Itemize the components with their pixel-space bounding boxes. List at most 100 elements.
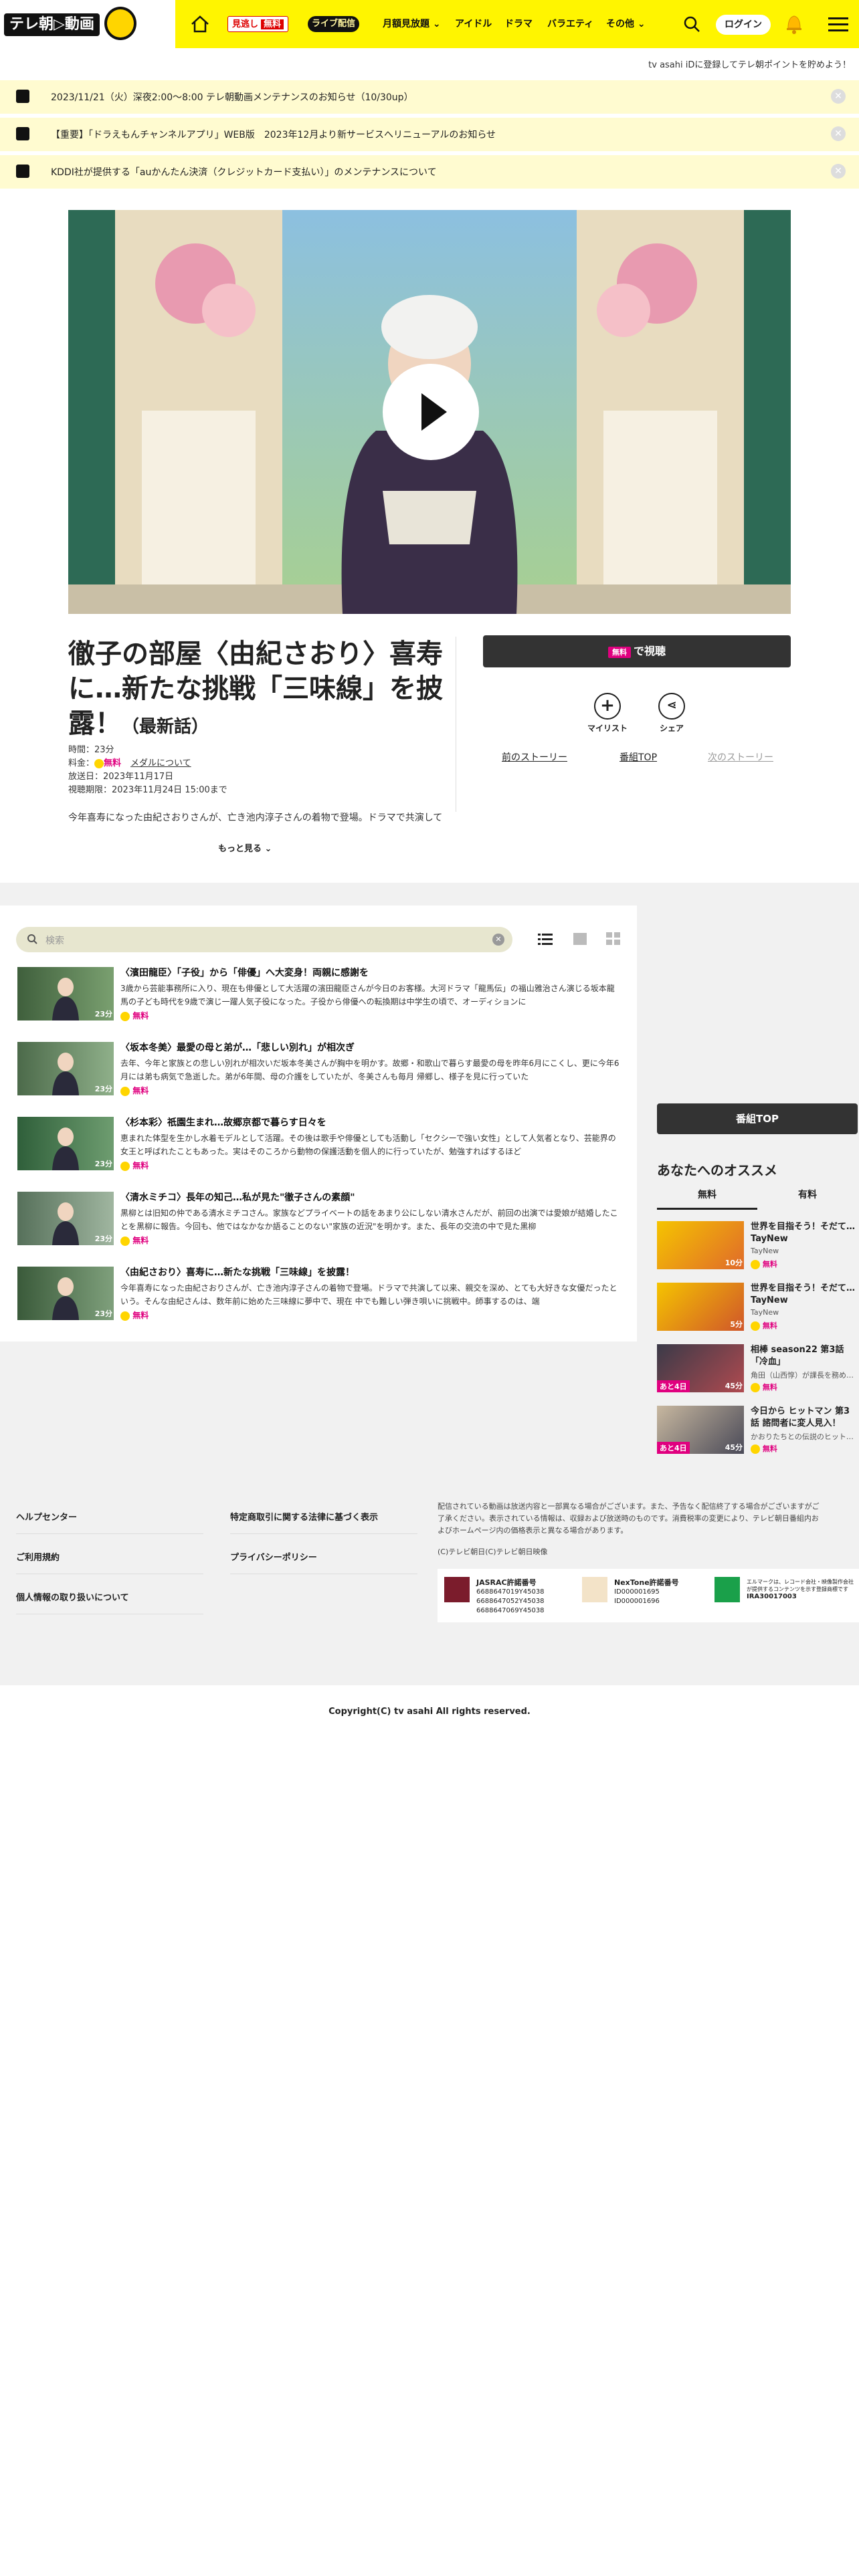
clear-icon[interactable]: ✕	[492, 934, 504, 946]
mylist-button[interactable]: + マイリスト	[587, 693, 628, 734]
episode-thumbnail[interactable]: 23分	[17, 1042, 114, 1095]
close-icon[interactable]: ✕	[831, 126, 846, 141]
program-top-link[interactable]: 番組TOP	[619, 750, 657, 764]
share-label: シェア	[659, 724, 684, 733]
mylist-label: マイリスト	[587, 724, 628, 733]
free-label: 無料	[120, 1085, 149, 1096]
watch-free-button[interactable]: 無料 で視聴	[483, 635, 791, 667]
close-icon[interactable]: ✕	[831, 89, 846, 104]
episode-row[interactable]: 23分 〈濱田龍臣〉「子役」から「俳優」へ大変身！両親に感謝を 3歳から芸能事務所に…	[17, 967, 619, 1034]
grid-view-icon[interactable]	[606, 932, 621, 946]
list-view-icon[interactable]	[538, 932, 553, 946]
free-coin-icon	[751, 1383, 760, 1392]
jasrac-num: 6688647069Y45038	[476, 1607, 545, 1614]
recommend-item[interactable]: 5分 世界を目指そう！そだて…TayNew TayNew 無料	[657, 1283, 858, 1335]
prev-story-link[interactable]: 前のストーリー	[502, 750, 567, 764]
sidebar-program-top-button[interactable]: 番組TOP	[657, 1103, 858, 1134]
episode-row-title[interactable]: 〈由紀さおり〉喜寿に…新たな挑戦「三味線」を披露！	[120, 1265, 355, 1279]
recommend-item[interactable]: あと4日 45分 今日から ヒットマン 第3話 諮問者に変人見入！ かおりたちとの伝説…	[657, 1406, 858, 1458]
episode-row[interactable]: 23分 〈杉本彩〉祇園生まれ…故郷京都で暮らす日々を 恵まれた体型を生かし水着モデル…	[17, 1117, 619, 1184]
search-icon[interactable]	[682, 15, 701, 33]
free-label-text: 無料	[132, 1011, 149, 1021]
days-left-badge: あと4日	[657, 1380, 690, 1392]
recommend-title[interactable]: 今日から ヒットマン 第3話 諮問者に変人見入！	[751, 1406, 858, 1430]
nav-live[interactable]: ライブ配信	[308, 16, 360, 32]
footer-link-terms[interactable]: ご利用規約	[16, 1550, 203, 1574]
video-player[interactable]	[68, 210, 791, 614]
free-label: 無料	[751, 1320, 777, 1331]
home-icon[interactable]	[190, 15, 210, 33]
recommend-thumbnail[interactable]: 10分	[657, 1221, 744, 1269]
search-input[interactable]: 検索 ✕	[16, 927, 512, 952]
recommend-title[interactable]: 世界を目指そう！そだて…TayNew	[751, 1221, 858, 1245]
share-button[interactable]: ⋖ シェア	[652, 693, 692, 734]
recommend-item[interactable]: あと4日 45分 相棒 season22 第3話「冷血」 角田（山西惇）が課長を務め……	[657, 1344, 858, 1396]
episode-row[interactable]: 23分 〈由紀さおり〉喜寿に…新たな挑戦「三味線」を披露！ 今年喜寿になった由紀さお…	[17, 1267, 619, 1333]
price-label: 料金：	[68, 758, 95, 768]
free-label: 無料	[120, 1309, 149, 1321]
medal-info-link[interactable]: メダルについて	[130, 758, 191, 768]
free-label-text: 無料	[132, 1086, 149, 1095]
notice-bar[interactable]: 【重要】「ドラえもんチャンネルアプリ」WEB版 2023年12月より新サービスへ…	[0, 118, 859, 151]
nav-variety[interactable]: バラエティ	[547, 17, 593, 31]
chevron-down-icon: ⌄	[637, 19, 646, 29]
episode-thumbnail[interactable]: 23分	[17, 1267, 114, 1320]
free-label: 無料	[751, 1443, 777, 1454]
nav-idol[interactable]: アイドル	[455, 17, 492, 31]
notice-text: 2023/11/21（火）深夜2:00〜8:00 テレ朝動画メンテナンスのお知ら…	[51, 92, 413, 103]
notice-bar[interactable]: 2023/11/21（火）深夜2:00〜8:00 テレ朝動画メンテナンスのお知ら…	[0, 80, 859, 114]
episode-row-title[interactable]: 〈杉本彩〉祇園生まれ…故郷京都で暮らす日々を	[120, 1115, 326, 1129]
free-label-text: 無料	[762, 1321, 777, 1330]
footer-link-help[interactable]: ヘルプセンター	[16, 1510, 203, 1534]
episode-row-title[interactable]: 〈濱田龍臣〉「子役」から「俳優」へ大変身！両親に感謝を	[120, 966, 369, 979]
episode-thumbnail[interactable]: 23分	[17, 967, 114, 1021]
notice-icon	[16, 165, 29, 178]
free-label-text: 無料	[132, 1311, 149, 1320]
free-label: 無料	[120, 1010, 149, 1021]
nav-mitoshi-free[interactable]: 見逃し 無料	[227, 16, 289, 32]
mascot-logo-icon	[104, 7, 136, 40]
recommend-title[interactable]: 相棒 season22 第3話「冷血」	[751, 1344, 858, 1368]
show-more-button[interactable]: もっと見る ⌄	[218, 841, 272, 854]
login-button[interactable]: ログイン	[716, 15, 771, 35]
days-left-badge: あと4日	[657, 1442, 690, 1454]
tab-paid[interactable]: 有料	[757, 1188, 858, 1208]
recommend-thumbnail[interactable]: あと4日 45分	[657, 1406, 744, 1454]
footer-link-privacy-policy[interactable]: プライバシーポリシー	[230, 1550, 417, 1574]
recommend-duration: 45分	[725, 1382, 743, 1390]
recommend-title[interactable]: 世界を目指そう！そだて…TayNew	[751, 1283, 858, 1307]
free-coin-icon	[751, 1321, 760, 1331]
card-view-icon[interactable]	[573, 932, 587, 946]
bell-icon[interactable]	[784, 12, 804, 35]
episode-row[interactable]: 23分 〈清水ミチコ〉長年の知己…私が見た"徹子さんの素顔" 黒柳とは旧知の仲である…	[17, 1192, 619, 1259]
close-icon[interactable]: ✕	[831, 164, 846, 179]
notice-icon	[16, 127, 29, 140]
notice-bar[interactable]: KDDI社が提供する「auかんたん決済（クレジットカード支払い）」のメンテナンス…	[0, 155, 859, 189]
recommend-thumbnail[interactable]: 5分	[657, 1283, 744, 1331]
hamburger-menu-icon[interactable]	[828, 16, 848, 32]
tab-free[interactable]: 無料	[657, 1188, 757, 1210]
episode-row-title[interactable]: 〈坂本冬美〉最愛の母と弟が…「悲しい別れ」が相次ぎ	[120, 1041, 355, 1054]
nav-drama[interactable]: ドラマ	[504, 17, 533, 31]
episode-thumbnail[interactable]: 23分	[17, 1117, 114, 1170]
play-button[interactable]	[383, 364, 479, 460]
chevron-down-icon: ⌄	[432, 19, 441, 29]
episode-duration: 時間：23分	[68, 745, 114, 755]
nav-other[interactable]: その他 ⌄	[606, 17, 646, 31]
site-logo[interactable]: テレ朝▷動画	[0, 0, 175, 48]
episode-duration-badge: 23分	[94, 1085, 112, 1093]
episode-row-desc: 去年、今年と家族との悲しい別れが相次いだ坂本冬美さんが胸中を明かす。故郷・和歌山…	[120, 1059, 619, 1081]
episode-row-desc: 3歳から芸能事務所に入り、現在も俳優として大活躍の濱田龍臣さんが今日のお客様。大…	[120, 984, 615, 1006]
episode-row-title[interactable]: 〈清水ミチコ〉長年の知己…私が見た"徹子さんの素顔"	[120, 1190, 355, 1204]
tvasahi-id-promo[interactable]: tv asahi iDに登録してテレ朝ポイントを貯めよう！	[648, 58, 851, 70]
episode-row[interactable]: 23分 〈坂本冬美〉最愛の母と弟が…「悲しい別れ」が相次ぎ去年、今年と家族との悲し…	[17, 1042, 619, 1109]
nav-monthly[interactable]: 月額見放題 ⌄	[383, 17, 441, 31]
recommend-thumbnail[interactable]: あと4日 45分	[657, 1344, 744, 1392]
episode-thumbnail[interactable]: 23分	[17, 1192, 114, 1245]
footer-link-commerce-law[interactable]: 特定商取引に関する法律に基づく表示	[230, 1510, 417, 1534]
recommend-item[interactable]: 10分 世界を目指そう！そだて…TayNew TayNew 無料	[657, 1221, 858, 1273]
next-story-link: 次のストーリー	[708, 752, 773, 763]
recommend-duration: 45分	[725, 1443, 743, 1452]
footer-link-privacy-handling[interactable]: 個人情報の取り扱いについて	[16, 1590, 203, 1614]
footer-copyright-small: (C)テレビ朝日(C)テレビ朝日映像	[438, 1547, 548, 1556]
